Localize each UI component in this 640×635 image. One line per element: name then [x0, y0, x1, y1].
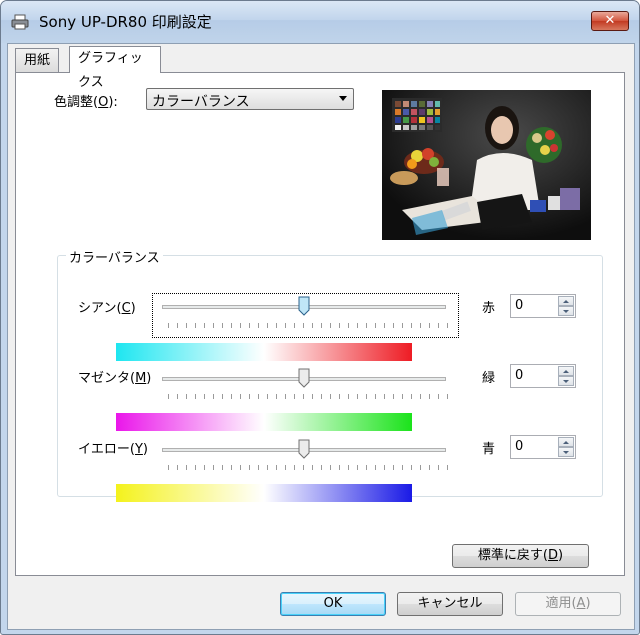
- graphics-panel: 色調整(O): カラーバランス カラーバランス シアン(C) 赤 0 マゼンタ(…: [15, 72, 625, 576]
- arrow-up-icon[interactable]: [558, 366, 574, 376]
- tab-graphics[interactable]: グラフィックス: [69, 46, 161, 90]
- yellow-blue-gradient-bar: [116, 484, 412, 502]
- tab-paper[interactable]: 用紙: [15, 48, 60, 72]
- magenta-slider-ticks: [168, 394, 448, 399]
- yellow-slider-ticks: [168, 465, 448, 470]
- yellow-slider-thumb[interactable]: [298, 439, 310, 459]
- yellow-blue-spinner[interactable]: 0: [510, 435, 576, 459]
- print-settings-dialog: Sony UP-DR80 印刷設定 ✕ 用紙 グラフィックス 色調整(O): カ…: [0, 0, 640, 635]
- close-button[interactable]: ✕: [591, 11, 629, 31]
- cyan-red-spinner[interactable]: 0: [510, 294, 576, 318]
- cyan-slider-ticks: [168, 323, 448, 328]
- arrow-down-icon[interactable]: [558, 447, 574, 457]
- magenta-green-value: 0: [515, 368, 524, 383]
- red-label: 赤: [482, 301, 496, 316]
- yellow-blue-value: 0: [515, 439, 524, 454]
- printer-icon: [11, 14, 29, 30]
- cyan-label: シアン(C): [78, 301, 136, 316]
- ok-button[interactable]: OK: [280, 592, 386, 616]
- arrow-up-icon[interactable]: [558, 437, 574, 447]
- apply-button[interactable]: 適用(A): [515, 592, 621, 616]
- cyan-red-gradient-bar: [116, 343, 412, 361]
- tab-paper-label: 用紙: [24, 53, 51, 68]
- color-balance-group-title: カラーバランス: [66, 247, 163, 266]
- cyan-red-value: 0: [515, 298, 524, 313]
- chevron-down-icon: [339, 96, 347, 101]
- arrow-down-icon[interactable]: [558, 306, 574, 316]
- reset-default-button[interactable]: 標準に戻す(D): [452, 544, 589, 568]
- window-title: Sony UP-DR80 印刷設定: [39, 13, 212, 31]
- dialog-client: 用紙 グラフィックス 色調整(O): カラーバランス カラーバランス シアン(C…: [7, 43, 635, 630]
- magenta-slider-thumb[interactable]: [298, 368, 310, 388]
- blue-label: 青: [482, 442, 496, 457]
- yellow-label: イエロー(Y): [78, 442, 148, 457]
- cyan-slider-thumb[interactable]: [298, 296, 310, 316]
- arrow-down-icon[interactable]: [558, 376, 574, 386]
- magenta-label: マゼンタ(M): [78, 371, 152, 386]
- cancel-button[interactable]: キャンセル: [397, 592, 503, 616]
- green-label: 緑: [482, 371, 496, 386]
- color-adjust-value: カラーバランス: [152, 94, 250, 110]
- title-bar[interactable]: Sony UP-DR80 印刷設定 ✕: [1, 1, 639, 43]
- close-icon: ✕: [604, 13, 616, 28]
- magenta-green-spinner[interactable]: 0: [510, 364, 576, 388]
- arrow-up-icon[interactable]: [558, 296, 574, 306]
- preview-image: [382, 90, 591, 240]
- magenta-green-gradient-bar: [116, 413, 412, 431]
- color-adjust-dropdown[interactable]: カラーバランス: [146, 88, 354, 110]
